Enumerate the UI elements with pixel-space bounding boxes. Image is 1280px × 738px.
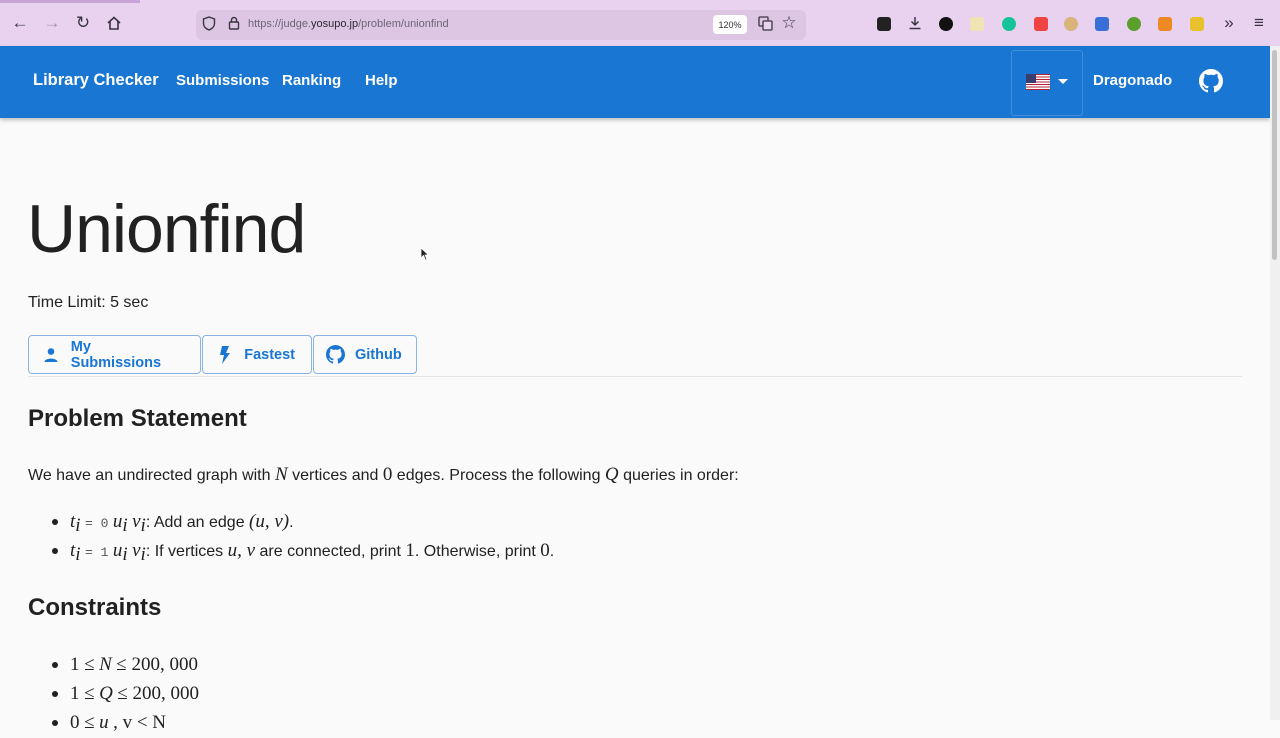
time-limit: Time Limit: 5 sec <box>28 294 149 311</box>
person-icon <box>41 345 61 365</box>
my-submissions-label: My Submissions <box>70 338 162 371</box>
list-item: ti = 1 ui vi: If vertices u, v are conne… <box>52 536 554 565</box>
brand-link[interactable]: Library Checker <box>33 71 159 90</box>
active-tab-indicator <box>0 0 140 3</box>
github-small-icon <box>326 345 345 365</box>
user-name[interactable]: Dragonado <box>1093 72 1172 89</box>
extension-icon-1[interactable] <box>877 17 891 31</box>
list-item: 1 ≤ Q ≤ 200, 000 <box>52 679 199 708</box>
my-submissions-button[interactable]: My Submissions <box>28 335 201 374</box>
url-text[interactable]: https://judge.yosupo.jp/problem/unionfin… <box>248 18 449 30</box>
zoom-level-badge[interactable]: 120% <box>713 15 747 34</box>
extension-icon-5[interactable] <box>1034 17 1048 31</box>
list-item: ti = 0 ui vi: Add an edge (u, v). <box>52 507 554 536</box>
extension-icon-6[interactable] <box>1064 17 1078 31</box>
page-title: Unionfind <box>27 191 306 267</box>
list-item: 0 ≤ u , v < N <box>52 708 199 737</box>
list-item: 1 ≤ N ≤ 200, 000 <box>52 650 199 679</box>
bookmark-star-icon[interactable]: ☆ <box>778 12 800 34</box>
tracking-shield-icon[interactable] <box>198 12 220 34</box>
statement-intro: We have an undirected graph with N verti… <box>28 464 739 485</box>
problem-statement-heading: Problem Statement <box>28 405 247 432</box>
downloads-icon[interactable] <box>904 12 926 34</box>
menu-hamburger-icon[interactable]: ≡ <box>1248 12 1270 34</box>
browser-toolbar: ← → ↻ https://judge.yosupo.jp/problem/un… <box>0 0 1280 47</box>
back-icon[interactable]: ← <box>9 12 31 34</box>
caret-down-icon <box>1058 79 1068 84</box>
scrollbar-thumb[interactable] <box>1272 50 1277 260</box>
github-label: Github <box>355 346 402 363</box>
home-icon[interactable] <box>103 12 125 34</box>
query-list: ti = 0 ui vi: Add an edge (u, v). ti = 1… <box>52 507 554 565</box>
extension-icon-3[interactable] <box>970 17 984 31</box>
extension-icon-2[interactable] <box>939 17 953 31</box>
more-tools-chevron-icon[interactable]: » <box>1218 12 1240 34</box>
extension-icon-9[interactable] <box>1158 17 1172 31</box>
nav-ranking[interactable]: Ranking <box>282 72 341 89</box>
divider <box>28 376 1242 377</box>
translate-icon[interactable] <box>754 12 776 34</box>
language-select[interactable] <box>1011 50 1083 116</box>
grammarly-icon[interactable] <box>1002 17 1016 31</box>
extension-icon-10[interactable] <box>1190 17 1204 31</box>
constraints-list: 1 ≤ N ≤ 200, 000 1 ≤ Q ≤ 200, 000 0 ≤ u … <box>52 650 199 737</box>
fastest-label: Fastest <box>244 346 295 363</box>
extension-icon-7[interactable] <box>1095 17 1109 31</box>
page-scrollbar[interactable] <box>1270 46 1280 720</box>
lock-icon[interactable] <box>223 12 245 34</box>
constraints-heading: Constraints <box>28 594 162 621</box>
problem-button-group: My Submissions Fastest Github <box>28 335 418 376</box>
github-button[interactable]: Github <box>313 335 417 374</box>
us-flag-icon <box>1026 74 1050 90</box>
mouse-cursor-icon <box>420 247 430 261</box>
flash-icon <box>215 345 234 365</box>
app-bar: Library Checker Submissions Ranking Help… <box>0 46 1270 118</box>
reload-icon[interactable]: ↻ <box>72 12 94 34</box>
fastest-button[interactable]: Fastest <box>202 335 312 374</box>
nav-submissions[interactable]: Submissions <box>176 72 269 89</box>
forward-icon[interactable]: → <box>41 12 63 34</box>
github-icon[interactable] <box>1199 69 1223 93</box>
nav-help[interactable]: Help <box>365 72 398 89</box>
extension-icon-8[interactable] <box>1127 17 1141 31</box>
